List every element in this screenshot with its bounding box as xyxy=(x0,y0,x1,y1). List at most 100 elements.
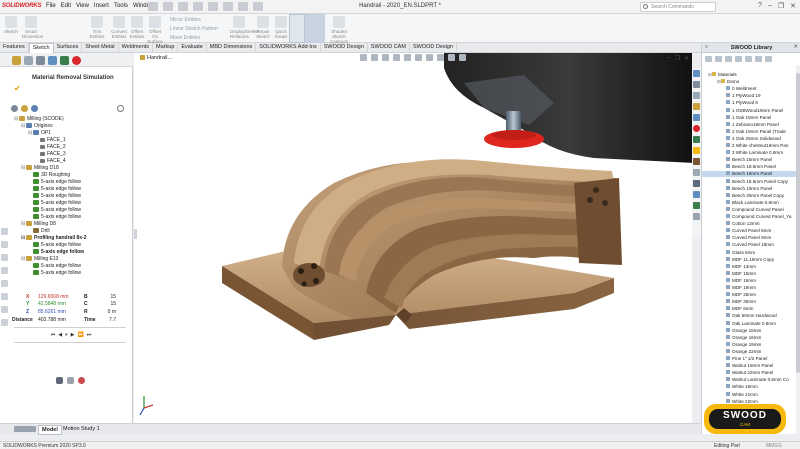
eye-icon[interactable] xyxy=(11,105,18,112)
tab-mbd-dimensions[interactable]: MBD Dimensions xyxy=(207,43,257,53)
expand-icon[interactable] xyxy=(31,105,38,112)
tree-node[interactable]: 5-axis edge follow xyxy=(28,263,81,270)
library-item[interactable]: 1 Zebrano19mm Panel xyxy=(702,121,797,128)
hide-show-icon[interactable] xyxy=(426,54,433,61)
tree-node[interactable]: ⊟ OP1 xyxy=(28,130,51,137)
viewport-restore-icon[interactable]: ❐ xyxy=(675,55,680,62)
library-item[interactable]: MDF 25mm xyxy=(702,292,797,298)
library-item[interactable]: MDF 15mm xyxy=(702,270,797,277)
stop-icon[interactable] xyxy=(78,377,85,384)
cmd-small-mirror-entities[interactable]: Mirror Entities xyxy=(170,17,201,23)
tree-node[interactable]: 5-axis edge follow xyxy=(28,270,81,277)
tab-swood-design[interactable]: SWOOD Design xyxy=(410,43,457,53)
view-list-icon[interactable] xyxy=(755,56,762,62)
tree-node[interactable]: ⊟ Milling D18 xyxy=(21,165,59,172)
hardware-icon[interactable] xyxy=(693,180,700,187)
appearances-icon[interactable] xyxy=(693,125,700,132)
options-icon[interactable] xyxy=(253,2,263,11)
view-settings-icon[interactable] xyxy=(459,54,466,61)
cmd-offset-on-surface[interactable]: Offset On Surface xyxy=(146,16,164,44)
library-item[interactable]: MDF 19mm xyxy=(702,285,797,291)
library-item[interactable]: Orange 19mm xyxy=(702,341,797,348)
library-item[interactable]: Orange 22mm xyxy=(702,348,797,355)
tab-weldments[interactable]: Weldments xyxy=(119,43,154,53)
tool-icon[interactable] xyxy=(1,280,8,287)
scene-icon[interactable] xyxy=(448,54,455,61)
library-item[interactable]: Cotton 12mm xyxy=(702,221,797,227)
tool-icon[interactable] xyxy=(1,228,8,235)
tree-node[interactable]: FACE_2 xyxy=(35,144,66,151)
tree-node[interactable]: 5-axis edge follow xyxy=(28,193,81,200)
tree-node[interactable]: FACE_3 xyxy=(35,151,66,158)
library-item[interactable]: Compound Curved Panel xyxy=(702,206,797,213)
tab-motion-study-1[interactable]: Motion Study 1 xyxy=(60,425,103,433)
cmd-trim-entities[interactable]: Trim Entities xyxy=(88,16,106,39)
close-icon[interactable]: ✕ xyxy=(790,2,796,10)
tree-node[interactable]: ⊟ Milling (SCODE) xyxy=(14,116,64,123)
library-item[interactable]: Beech 18.5mm Panel Copy xyxy=(702,178,797,185)
menu-file[interactable]: File xyxy=(46,3,56,9)
add-folder-icon[interactable] xyxy=(735,56,742,62)
collapse-panel-handle[interactable] xyxy=(134,229,137,239)
view-orientation-icon[interactable] xyxy=(404,54,411,61)
library-item[interactable]: MDF 13mm xyxy=(702,263,797,270)
scrollbar-thumb[interactable] xyxy=(796,73,800,373)
tool-icon[interactable] xyxy=(1,267,8,274)
cmd-small-move-entities[interactable]: Move Entities xyxy=(170,35,200,41)
library-scrollbar[interactable] xyxy=(796,65,800,434)
cmd-quick-snaps[interactable]: Quick Snaps xyxy=(272,16,290,39)
configuration-manager-icon[interactable] xyxy=(36,56,45,65)
library-item[interactable]: 2 Oak 19mm Panel (Trade xyxy=(702,128,797,135)
reports-icon[interactable] xyxy=(693,202,700,209)
3d-model-render[interactable] xyxy=(134,53,692,423)
library-item[interactable]: Curved Panel 18mm xyxy=(702,242,797,248)
library-item[interactable]: 2 Oak 25mm Solidwood xyxy=(702,135,797,142)
library-item[interactable]: Curved Panel 6mm xyxy=(702,228,797,234)
tab-swood-cam[interactable]: SWOOD CAM xyxy=(368,43,410,53)
home-icon[interactable] xyxy=(693,70,700,77)
search-icon[interactable] xyxy=(745,56,752,62)
library-item[interactable]: MDF 30mm xyxy=(702,299,797,305)
tree-node[interactable]: ⊟ Profiling handrail 8x-2 xyxy=(21,235,87,242)
library-item[interactable]: Beech 18mm Panel xyxy=(702,171,797,178)
tab-sheet-metal[interactable]: Sheet Metal xyxy=(82,43,119,53)
cmd-display-delete-relations[interactable]: Display/Delete Relations xyxy=(230,16,259,39)
library-item[interactable]: 1 Oak 19mm Panel xyxy=(702,114,797,121)
display-manager-icon[interactable] xyxy=(60,56,69,65)
restore-icon[interactable]: ❐ xyxy=(778,2,784,10)
cam-library-icon[interactable] xyxy=(693,191,700,198)
library-item[interactable]: Beech 15mm Panel xyxy=(702,157,797,163)
dimxpert-icon[interactable] xyxy=(48,56,57,65)
tab-swood-design[interactable]: SWOOD Design xyxy=(321,43,368,53)
custom-properties-icon[interactable] xyxy=(693,136,700,143)
tab-model[interactable]: Model xyxy=(38,425,62,435)
tool-icon[interactable] xyxy=(1,306,8,313)
tab-solidworks-add-ins[interactable]: SOLIDWORKS Add-Ins xyxy=(256,43,321,53)
library-item[interactable]: Oak Laminate 0.8mm xyxy=(702,320,797,327)
cmd-sketch[interactable]: Sketch xyxy=(2,16,20,34)
library-item[interactable]: Black Laminate 0.8mm xyxy=(702,199,797,206)
forward-icon[interactable] xyxy=(715,56,722,62)
search-commands-input[interactable]: Search Commands xyxy=(640,2,716,12)
tree-node[interactable]: 5-axis edge follow xyxy=(28,207,81,214)
tree-node[interactable]: 5-axis edge follow xyxy=(28,186,81,193)
swood-cam-icon[interactable] xyxy=(72,56,81,65)
library-item[interactable]: Oak 50mm Hardwood xyxy=(702,313,797,319)
cmd-small-linear-sketch-pattern[interactable]: Linear Sketch Pattern xyxy=(170,26,218,32)
edit-appearance-icon[interactable] xyxy=(437,54,444,61)
tab-surfaces[interactable]: Surfaces xyxy=(54,43,83,53)
gear-icon[interactable] xyxy=(117,105,124,112)
tool-icon[interactable] xyxy=(1,293,8,300)
tree-node[interactable]: ⊟ Milling D8 xyxy=(21,221,56,228)
pin-icon[interactable]: ✕ xyxy=(793,44,798,50)
library-item[interactable]: Glass 6mm xyxy=(702,249,797,256)
tree-node[interactable]: Drill xyxy=(28,228,50,235)
library-item[interactable]: Orange 16mm xyxy=(702,334,797,341)
breadcrumb[interactable]: Handrail... xyxy=(140,55,172,61)
cmd-repair-sketch[interactable]: Repair Sketch xyxy=(254,16,272,39)
graphics-area[interactable]: Handrail... – ❐ ✕ xyxy=(134,53,692,423)
open-icon[interactable] xyxy=(163,2,173,11)
design-library-icon[interactable] xyxy=(693,92,700,99)
play-icon[interactable]: ▶ xyxy=(71,332,75,338)
library-item[interactable]: MDF 16mm xyxy=(702,277,797,284)
